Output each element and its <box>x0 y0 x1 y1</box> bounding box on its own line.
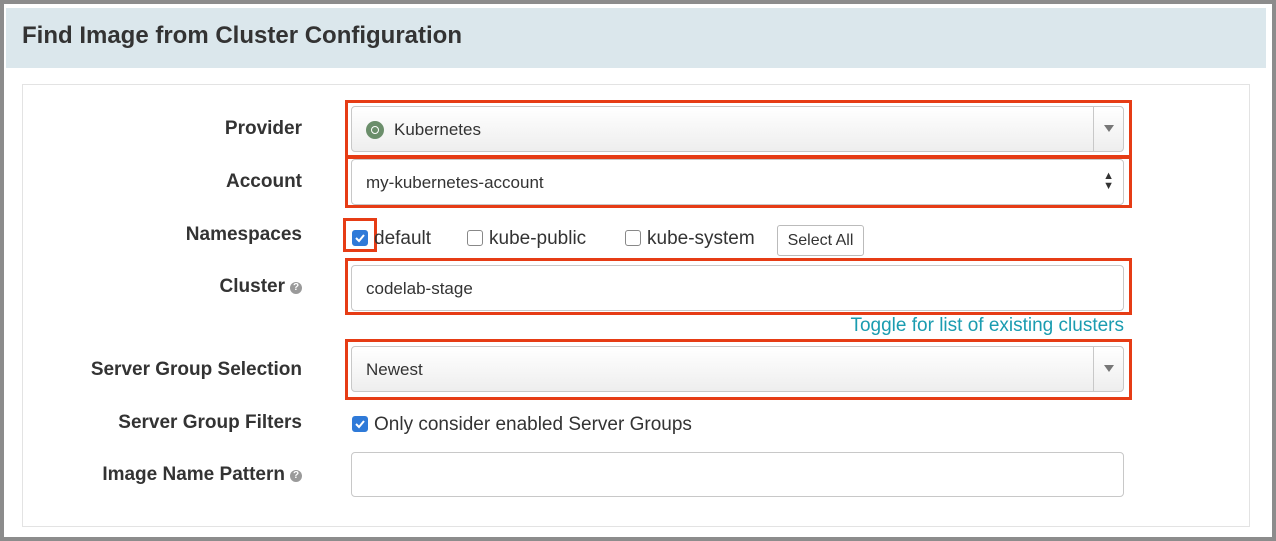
kubernetes-icon <box>366 121 384 139</box>
cluster-label-row: Cluster? <box>220 276 302 298</box>
namespace-default-label[interactable]: default <box>374 228 431 250</box>
chevron-down-icon <box>1104 125 1114 132</box>
chevron-down-icon <box>1104 365 1114 372</box>
help-icon[interactable]: ? <box>290 470 302 482</box>
namespace-kube-public-label[interactable]: kube-public <box>489 228 586 250</box>
enabled-server-groups-label[interactable]: Only consider enabled Server Groups <box>374 414 692 436</box>
section-title: Find Image from Cluster Configuration <box>22 22 463 49</box>
updown-arrows-icon: ▲ ▼ <box>1103 170 1114 192</box>
select-all-button[interactable]: Select All <box>777 225 864 256</box>
provider-value: Kubernetes <box>394 120 481 139</box>
server-group-selection-label: Server Group Selection <box>90 359 302 380</box>
provider-select[interactable]: Kubernetes <box>351 106 1124 152</box>
account-select[interactable]: my-kubernetes-account ▲ ▼ <box>351 159 1124 205</box>
image-name-pattern-label-row: Image Name Pattern? <box>102 464 302 486</box>
server-group-selection-select[interactable]: Newest <box>351 346 1124 392</box>
provider-dropdown-toggle[interactable] <box>1093 107 1123 151</box>
namespace-kube-system-checkbox[interactable] <box>625 230 641 246</box>
server-group-filters-label: Server Group Filters <box>118 412 302 433</box>
help-icon[interactable]: ? <box>290 282 302 294</box>
cluster-value: codelab-stage <box>366 279 473 298</box>
namespace-kube-system-label[interactable]: kube-system <box>647 228 755 250</box>
image-name-pattern-label: Image Name Pattern <box>102 464 285 485</box>
cluster-label: Cluster <box>219 276 285 297</box>
namespace-default-checkbox[interactable] <box>352 230 368 246</box>
server-group-selection-value: Newest <box>366 360 423 379</box>
provider-label: Provider <box>224 118 302 139</box>
account-label: Account <box>226 171 302 192</box>
account-value: my-kubernetes-account <box>366 173 544 192</box>
cluster-input[interactable]: codelab-stage <box>351 265 1124 311</box>
namespace-kube-public-checkbox[interactable] <box>467 230 483 246</box>
image-name-pattern-input[interactable] <box>351 452 1124 497</box>
namespaces-label: Namespaces <box>185 224 302 245</box>
server-group-dropdown-toggle[interactable] <box>1093 347 1123 391</box>
enabled-server-groups-checkbox[interactable] <box>352 416 368 432</box>
section-header: Find Image from Cluster Configuration <box>6 8 1266 68</box>
toggle-clusters-link[interactable]: Toggle for list of existing clusters <box>850 315 1124 337</box>
